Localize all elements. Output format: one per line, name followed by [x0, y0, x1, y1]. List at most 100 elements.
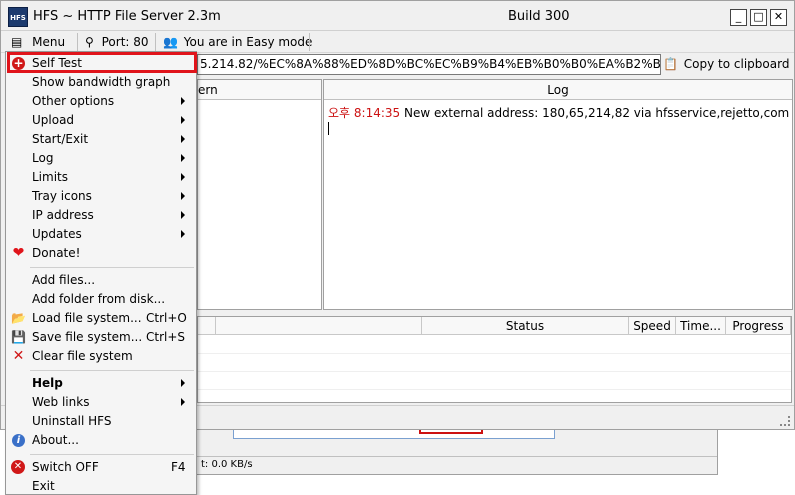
menu-item-label: Switch OFF: [32, 460, 99, 474]
menu-item-shortcut: F4: [171, 460, 186, 474]
column-header-speed[interactable]: Speed: [629, 317, 676, 335]
maximize-button[interactable]: □: [750, 9, 767, 26]
submenu-arrow-icon: [181, 211, 185, 219]
main-menu-dropdown: + Self Test Show bandwidth graph Other o…: [5, 51, 197, 495]
menu-item-add-folder[interactable]: Add folder from disk...: [6, 290, 196, 309]
switch-off-icon: ✕: [11, 460, 25, 474]
menu-item-save-file-system[interactable]: 💾 Save file system... Ctrl+S: [6, 328, 196, 347]
menu-item-label: Save file system...: [32, 330, 143, 344]
menu-item-web-links[interactable]: Web links: [6, 393, 196, 412]
heart-icon: ❤: [12, 245, 25, 261]
submenu-arrow-icon: [181, 154, 185, 162]
folder-open-icon: 📂: [11, 311, 26, 325]
menu-item-label: Limits: [32, 170, 68, 184]
url-field[interactable]: 5.214.82/%EC%8A%88%ED%8D%BC%EC%B9%B4%EB%…: [197, 54, 661, 75]
menu-item-label: Show bandwidth graph: [32, 75, 171, 89]
menu-item-label: Start/Exit: [32, 132, 89, 146]
text-caret: [328, 122, 329, 135]
background-status-text: t: 0.0 KB/s: [197, 456, 717, 474]
menu-item-tray-icons[interactable]: Tray icons: [6, 187, 196, 206]
menu-item-label: Help: [32, 376, 63, 390]
menu-item-show-bandwidth-graph[interactable]: Show bandwidth graph: [6, 73, 196, 92]
port-icon: ⚲: [85, 35, 94, 49]
menu-item-label: Log: [32, 151, 54, 165]
menu-item-updates[interactable]: Updates: [6, 225, 196, 244]
submenu-arrow-icon: [181, 379, 185, 387]
log-pane[interactable]: Log 오후 8:14:35 New external address: 180…: [323, 79, 793, 310]
menu-item-start-exit[interactable]: Start/Exit: [6, 130, 196, 149]
port-button[interactable]: ⚲ Port: 80: [85, 34, 149, 51]
column-header-blank[interactable]: [198, 317, 216, 335]
menu-separator: [30, 267, 194, 268]
background-highlight: [419, 430, 483, 434]
window-title: HFS ~ HTTP File Server 2.3m: [33, 9, 221, 24]
mode-label: You are in Easy mode: [183, 35, 313, 49]
copy-to-clipboard-button[interactable]: 📋 Copy to clipboard: [663, 54, 794, 75]
menu-separator: [30, 370, 194, 371]
menu-item-log[interactable]: Log: [6, 149, 196, 168]
submenu-arrow-icon: [181, 173, 185, 181]
submenu-arrow-icon: [181, 97, 185, 105]
menu-item-shortcut: Ctrl+O: [146, 311, 187, 325]
submenu-arrow-icon: [181, 116, 185, 124]
column-header-file[interactable]: [216, 317, 422, 335]
menu-item-label: Uninstall HFS: [32, 414, 112, 428]
menu-item-limits[interactable]: Limits: [6, 168, 196, 187]
vfs-header: ern: [198, 80, 321, 100]
menu-item-upload[interactable]: Upload: [6, 111, 196, 130]
menu-item-clear-file-system[interactable]: ✕ Clear file system: [6, 347, 196, 366]
clipboard-icon: 📋: [663, 57, 678, 71]
submenu-arrow-icon: [181, 230, 185, 238]
menu-separator: [30, 454, 194, 455]
minimize-button[interactable]: _: [730, 9, 747, 26]
toolbar: ▤ Menu ⚲ Port: 80 👥 You are in Easy mode: [1, 31, 794, 53]
menu-item-label: Add files...: [32, 273, 96, 287]
menu-item-exit[interactable]: Exit: [6, 477, 196, 495]
log-entry: 오후 8:14:35 New external address: 180,65,…: [328, 104, 789, 121]
menu-item-label: Other options: [32, 94, 115, 108]
log-header: Log: [324, 80, 792, 100]
menu-item-other-options[interactable]: Other options: [6, 92, 196, 111]
port-label: Port: 80: [101, 35, 149, 49]
menu-item-add-files[interactable]: Add files...: [6, 271, 196, 290]
transfers-list[interactable]: Status Speed Time... Progress: [197, 316, 792, 403]
menu-item-switch-off[interactable]: ✕ Switch OFF F4: [6, 458, 196, 477]
menu-item-label: Updates: [32, 227, 82, 241]
menu-item-ip-address[interactable]: IP address: [6, 206, 196, 225]
hfs-app-icon: HFS: [8, 7, 28, 27]
submenu-arrow-icon: [181, 192, 185, 200]
menu-item-uninstall-hfs[interactable]: Uninstall HFS: [6, 412, 196, 431]
submenu-arrow-icon: [181, 135, 185, 143]
column-header-progress[interactable]: Progress: [726, 317, 791, 335]
menu-item-shortcut: Ctrl+S: [146, 330, 186, 344]
column-header-time[interactable]: Time...: [676, 317, 726, 335]
menu-item-donate[interactable]: ❤ Donate!: [6, 244, 196, 263]
menu-item-label: Clear file system: [32, 349, 133, 363]
clear-icon: ✕: [12, 348, 25, 364]
self-test-highlight-frame: [7, 52, 197, 73]
title-bar: HFS HFS ~ HTTP File Server 2.3m Build 30…: [1, 1, 794, 31]
info-icon: i: [12, 434, 25, 447]
resize-grip[interactable]: [780, 416, 790, 426]
users-icon: 👥: [163, 35, 178, 49]
menu-item-about[interactable]: i About...: [6, 431, 196, 450]
copy-label: Copy to clipboard: [683, 57, 790, 71]
close-button[interactable]: ✕: [770, 9, 787, 26]
save-icon: 💾: [11, 330, 26, 344]
menu-icon: ▤: [11, 35, 23, 49]
menu-item-load-file-system[interactable]: 📂 Load file system... Ctrl+O: [6, 309, 196, 328]
menu-button[interactable]: ▤ Menu: [11, 34, 65, 51]
build-label: Build 300: [508, 9, 570, 24]
menu-item-label: Donate!: [32, 246, 81, 260]
menu-item-label: Add folder from disk...: [32, 292, 166, 306]
virtual-file-system-pane[interactable]: ern: [197, 79, 322, 310]
log-time: 오후 8:14:35: [328, 106, 401, 120]
menu-item-label: Load file system...: [32, 311, 142, 325]
menu-item-label: Upload: [32, 113, 75, 127]
menu-item-help[interactable]: Help: [6, 374, 196, 393]
menu-item-label: Tray icons: [32, 189, 92, 203]
mode-button[interactable]: 👥 You are in Easy mode: [163, 34, 312, 51]
menu-item-label: Exit: [32, 479, 55, 493]
background-window: t: 0.0 KB/s: [196, 430, 718, 475]
column-header-status[interactable]: Status: [422, 317, 629, 335]
